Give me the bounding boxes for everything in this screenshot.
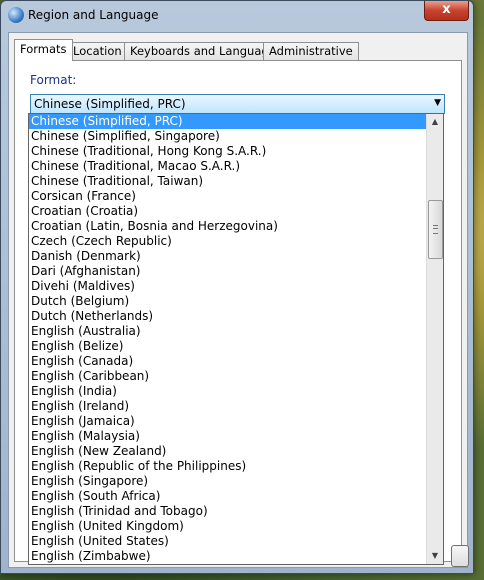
tab-location[interactable]: Location (67, 42, 128, 60)
dropdown-option[interactable]: English (Jamaica) (29, 414, 427, 429)
format-label: Format: (30, 73, 77, 87)
window-title: Region and Language (28, 8, 159, 22)
dropdown-option[interactable]: English (India) (29, 384, 427, 399)
close-button[interactable]: x (424, 1, 469, 21)
format-dropdown-list[interactable]: Chinese (Simplified, PRC) Chinese (Simpli… (28, 113, 444, 565)
dropdown-option[interactable]: Croatian (Latin, Bosnia and Herzegovina) (29, 219, 427, 234)
dropdown-option[interactable]: English (South Africa) (29, 489, 427, 504)
dropdown-option[interactable]: English (United Kingdom) (29, 519, 427, 534)
format-combobox[interactable]: Chinese (Simplified, PRC) ▼ (30, 94, 445, 114)
scroll-up-arrow-icon[interactable]: ▲ (427, 114, 443, 130)
chevron-down-icon[interactable]: ▼ (434, 98, 441, 108)
dropdown-option[interactable]: Corsican (France) (29, 189, 427, 204)
dropdown-options: Chinese (Simplified, PRC) Chinese (Simpli… (29, 114, 427, 564)
dropdown-option[interactable]: Chinese (Traditional, Hong Kong S.A.R.) (29, 144, 427, 159)
dropdown-scrollbar[interactable]: ▲ ▼ (426, 114, 443, 564)
dropdown-option[interactable]: English (Caribbean) (29, 369, 427, 384)
dropdown-option[interactable]: Dutch (Belgium) (29, 294, 427, 309)
dropdown-option[interactable]: Chinese (Simplified, Singapore) (29, 129, 427, 144)
dropdown-option[interactable]: Dutch (Netherlands) (29, 309, 427, 324)
tab-administrative[interactable]: Administrative (263, 42, 359, 60)
dropdown-option[interactable]: English (Australia) (29, 324, 427, 339)
title-bar[interactable]: Region and Language x (1, 1, 473, 29)
dropdown-option[interactable]: Croatian (Croatia) (29, 204, 427, 219)
dropdown-option[interactable]: Divehi (Maldives) (29, 279, 427, 294)
dropdown-option[interactable]: English (Ireland) (29, 399, 427, 414)
dropdown-option[interactable]: Chinese (Simplified, PRC) (29, 114, 427, 129)
dropdown-option[interactable]: English (New Zealand) (29, 444, 427, 459)
grip-icon (433, 225, 438, 234)
dropdown-option[interactable]: English (Singapore) (29, 474, 427, 489)
dropdown-option[interactable]: Chinese (Traditional, Taiwan) (29, 174, 427, 189)
tab-formats[interactable]: Formats (14, 39, 73, 61)
dropdown-option[interactable]: English (Republic of the Philippines) (29, 459, 427, 474)
format-selected-value: Chinese (Simplified, PRC) (34, 97, 186, 111)
dropdown-option[interactable]: English (United States) (29, 534, 427, 549)
dropdown-option[interactable]: English (Belize) (29, 339, 427, 354)
dropdown-option[interactable]: Chinese (Traditional, Macao S.A.R.) (29, 159, 427, 174)
dropdown-option[interactable]: Dari (Afghanistan) (29, 264, 427, 279)
dropdown-option[interactable]: English (Trinidad and Tobago) (29, 504, 427, 519)
dropdown-option[interactable]: Danish (Denmark) (29, 249, 427, 264)
scroll-down-arrow-icon[interactable]: ▼ (427, 548, 443, 564)
dropdown-option[interactable]: English (Malaysia) (29, 429, 427, 444)
globe-icon (8, 7, 24, 23)
dropdown-option[interactable]: Czech (Czech Republic) (29, 234, 427, 249)
partially-hidden-button[interactable] (451, 545, 469, 567)
dropdown-option[interactable]: English (Canada) (29, 354, 427, 369)
dropdown-option[interactable]: English (Zimbabwe) (29, 549, 427, 564)
scrollbar-thumb[interactable] (428, 200, 443, 259)
